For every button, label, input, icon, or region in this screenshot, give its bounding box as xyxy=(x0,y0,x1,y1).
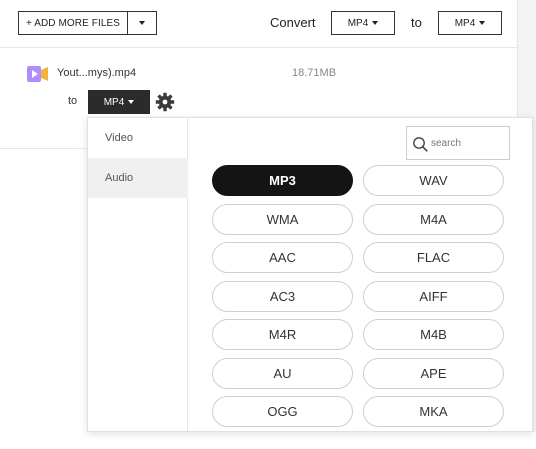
add-more-files-label: + ADD MORE FILES xyxy=(25,17,121,29)
caret-down-icon xyxy=(128,100,135,104)
file-size: 18.71MB xyxy=(292,67,337,79)
toolbar: + ADD MORE FILES Convert MP4 to MP4 xyxy=(0,0,518,48)
to-format-value: MP4 xyxy=(454,17,476,29)
format-option-au[interactable]: AU xyxy=(212,358,353,389)
format-search-input[interactable] xyxy=(431,135,505,151)
caret-down-icon xyxy=(479,21,486,25)
format-option-ac3[interactable]: AC3 xyxy=(212,281,353,312)
format-option-ogg[interactable]: OGG xyxy=(212,396,353,427)
file-target-format-select[interactable]: MP4 xyxy=(88,90,150,114)
convert-from-format-select[interactable]: MP4 xyxy=(331,11,395,35)
file-to-label: to xyxy=(68,95,78,107)
format-option-m4a[interactable]: M4A xyxy=(363,204,504,235)
category-label: Audio xyxy=(105,172,134,184)
convert-label: Convert xyxy=(270,15,316,30)
format-option-mp3[interactable]: MP3 xyxy=(212,165,353,196)
caret-down-icon xyxy=(139,21,145,25)
gear-icon[interactable] xyxy=(155,92,175,112)
file-target-format-value: MP4 xyxy=(103,96,125,108)
video-file-icon xyxy=(27,66,48,82)
format-picker-popup: Video Audio MP3 WAV WMA M4A AAC FLAC AC3 AIFF M4… xyxy=(87,117,533,432)
format-option-m4r[interactable]: M4R xyxy=(212,319,353,350)
category-list: Video Audio xyxy=(88,118,188,431)
add-more-files-button[interactable]: + ADD MORE FILES xyxy=(18,11,128,35)
format-option-flac[interactable]: FLAC xyxy=(363,242,504,273)
format-option-wma[interactable]: WMA xyxy=(212,204,353,235)
format-option-aiff[interactable]: AIFF xyxy=(363,281,504,312)
caret-down-icon xyxy=(372,21,379,25)
to-label: to xyxy=(411,15,422,30)
format-option-wav[interactable]: WAV xyxy=(363,165,504,196)
file-name: Yout...mys).mp4 xyxy=(57,67,137,79)
format-option-mka[interactable]: MKA xyxy=(363,396,504,427)
category-label: Video xyxy=(105,132,133,144)
search-icon xyxy=(413,137,428,152)
format-option-aac[interactable]: AAC xyxy=(212,242,353,273)
convert-to-format-select[interactable]: MP4 xyxy=(438,11,502,35)
category-audio[interactable]: Audio xyxy=(88,158,188,198)
add-files-dropdown-button[interactable] xyxy=(127,11,157,35)
format-option-ape[interactable]: APE xyxy=(363,358,504,389)
from-format-value: MP4 xyxy=(347,17,369,29)
format-search-box xyxy=(406,126,510,160)
format-option-m4b[interactable]: M4B xyxy=(363,319,504,350)
category-video[interactable]: Video xyxy=(88,118,188,158)
